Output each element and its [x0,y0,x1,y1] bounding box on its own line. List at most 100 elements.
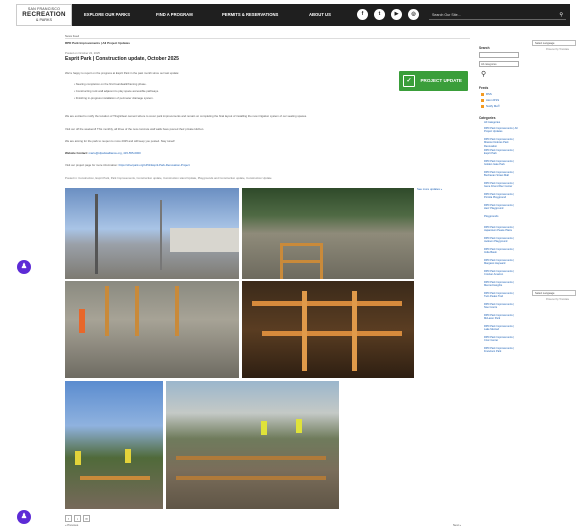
search-icon[interactable]: ⚲ [481,70,486,78]
building-wall [170,228,239,252]
sidebar-category-link[interactable]: RPD Park Improvements | Portola Playgrou… [484,193,518,200]
translate-credit: Powered by Translate [546,298,570,301]
wood-frame [282,243,322,246]
facebook-icon[interactable]: f [357,9,368,20]
sidebar-search-title: Search [479,46,490,50]
atom-feed-link[interactable]: Atom RSS [481,98,499,102]
construction-photo[interactable] [65,188,239,279]
sidebar-category-link[interactable]: RPD Park Improvements | Mission Dolores … [484,138,518,148]
post-date: Posted on October 22, 2025 [65,51,100,55]
nav-about[interactable]: ABOUT US [309,4,331,26]
instagram-icon[interactable]: ◎ [408,9,419,20]
wood-frame [175,286,179,336]
sidebar-category-link[interactable]: RPD Park Improvements | Civic Center [484,336,518,343]
wood-frame [176,456,326,460]
sidebar-category-link[interactable]: RPD Park Improvements | Noe Courts [484,303,518,310]
construction-photo[interactable] [242,281,414,378]
wood-frame [302,291,307,371]
next-link[interactable]: Next » [453,523,461,527]
wood-frame [80,476,150,480]
contact-label: Website Contact: [65,151,88,155]
contact-link[interactable]: mario@sfparksalliance.org, 415-555-0000 [89,151,141,155]
worker-figure [261,421,267,435]
project-update-badge: ✓ PROJECT UPDATE [399,71,468,91]
youtube-icon[interactable]: ▶ [391,9,402,20]
sidebar-category-link[interactable]: RPD Park Improvements | Margaret Hayward [484,259,518,266]
sidebar-category-link[interactable]: RPD Park Improvements | McLaren Park [484,314,518,321]
sidebar-category-link[interactable]: Playgrounds [484,215,518,218]
construction-photo[interactable] [242,188,414,279]
project-label: Visit our project page for more informat… [65,163,118,167]
project-link[interactable]: https://sfrecpark.org/1451/Esprit-Park-R… [119,163,190,167]
post-intro: We're happy to report on the progress at… [65,71,180,75]
sidebar-category-link[interactable]: RPD Park Improvements | Buchanan Street … [484,171,518,178]
sidebar-category-link[interactable]: RPD Park Improvements | Esprit Park [484,149,518,156]
sidebar-search-input[interactable] [479,52,519,58]
worker-figure [75,451,81,465]
sidebar-category-link[interactable]: RPD Park Improvements | India Basin [484,248,518,255]
email-share-icon[interactable]: ✉ [83,515,90,522]
accessibility-icon[interactable]: ♟ [17,510,31,524]
sidebar-category-link[interactable]: RPD Park Improvements | Herz Playground [484,204,518,211]
sidebar-category-link[interactable]: RPD Park Improvements | Gene Friend Rec … [484,182,518,189]
crane-pole [95,194,98,274]
share-buttons: f t ✉ [65,515,92,522]
translate-credit: Powered by Translate [546,48,570,51]
previous-link[interactable]: « Previous [65,523,78,527]
twitter-icon[interactable]: t [374,9,385,20]
nav-permits[interactable]: PERMITS & RESERVATIONS [222,4,278,26]
facebook-share-icon[interactable]: f [65,515,72,522]
sidebar-category-link[interactable]: RPD Park Improvements | Twin Peaks Trail [484,292,518,299]
construction-photo[interactable] [65,281,239,378]
construction-photo[interactable] [166,381,339,509]
bullet-item: • Constructing rock wall adjacent to pla… [74,89,159,93]
sidebar-feeds-title: Feeds [479,86,489,90]
accessibility-icon[interactable]: ♟ [17,260,31,274]
wood-frame [352,291,357,371]
bullet-text: Nearing completion on the first boardwal… [75,82,147,86]
wood-frame [282,260,322,263]
contact-line: Website Contact: mario@sfparksalliance.o… [65,151,141,155]
worker-figure [296,419,302,433]
sidebar-category-select[interactable]: All categories [479,61,519,67]
divider [65,38,470,39]
construction-photo[interactable] [65,381,163,509]
crane-pole [160,200,162,270]
sidebar-category-link[interactable]: RPD Park Improvements | Japantown Peace … [484,226,518,233]
sidebar-category-link[interactable]: All Categories [484,121,518,124]
wood-frame [262,331,402,336]
bullet-text: Constructing rock wall adjacent to play … [75,89,159,93]
sidebar-category-link[interactable]: RPD Park Improvements | All Project Upda… [484,127,518,134]
site-header: SAN FRANCISCO RECREATION & PARKS EXPLORE… [16,4,570,26]
post-paragraph: Visit our off the weekend! This monthly,… [65,127,205,131]
search-icon[interactable]: ⚲ [559,10,563,20]
site-logo[interactable]: SAN FRANCISCO RECREATION & PARKS [16,4,72,26]
nav-explore-parks[interactable]: EXPLORE OUR PARKS [84,4,130,26]
sidebar-category-link[interactable]: RPD Park Improvements | Golden Gate Park [484,160,518,167]
header-search-input[interactable]: Search Our Site... ⚲ [429,10,566,20]
nav-find-program[interactable]: FIND A PROGRAM [156,4,193,26]
language-select[interactable]: Select Language [532,40,576,46]
wood-frame [135,286,139,336]
traffic-cone [79,309,85,333]
post-title[interactable]: Esprit Park | Construction update, Octob… [65,56,179,62]
logo-line-3: & PARKS [35,18,53,22]
sidebar-category-link[interactable]: RPD Park Improvements | Lake Merced [484,325,518,332]
bullet-text: Finishing in-progress installation of pe… [75,96,154,100]
sidebar-category-link[interactable]: RPD Park Improvements | Jackson Playgrou… [484,237,518,244]
notify-me-link[interactable]: Notify Me® [481,104,500,108]
post-paragraph: We are aiming for the park to reopen to … [65,139,175,143]
rss-feed-link[interactable]: RSS [481,92,492,96]
logo-line-2: RECREATION [22,11,66,18]
wood-frame [252,301,402,306]
language-select[interactable]: Select Language [532,290,576,296]
sidebar-category-link[interactable]: RPD Park Improvements | Merced Heights [484,281,518,288]
sidebar-category-link[interactable]: RPD Park Improvements | Crocker Amazon [484,270,518,277]
sidebar-category-link[interactable]: RPD Park Improvements | Francisco Park [484,347,518,354]
twitter-share-icon[interactable]: t [74,515,81,522]
post-paragraph: We are excited to notify the location of… [65,114,307,118]
more-updates-link[interactable]: See more updates » [417,187,442,191]
section-link[interactable]: RPD Park Improvements | All Project Upda… [65,41,130,45]
project-line: Visit our project page for more informat… [65,163,190,167]
worker-figure [125,449,131,463]
